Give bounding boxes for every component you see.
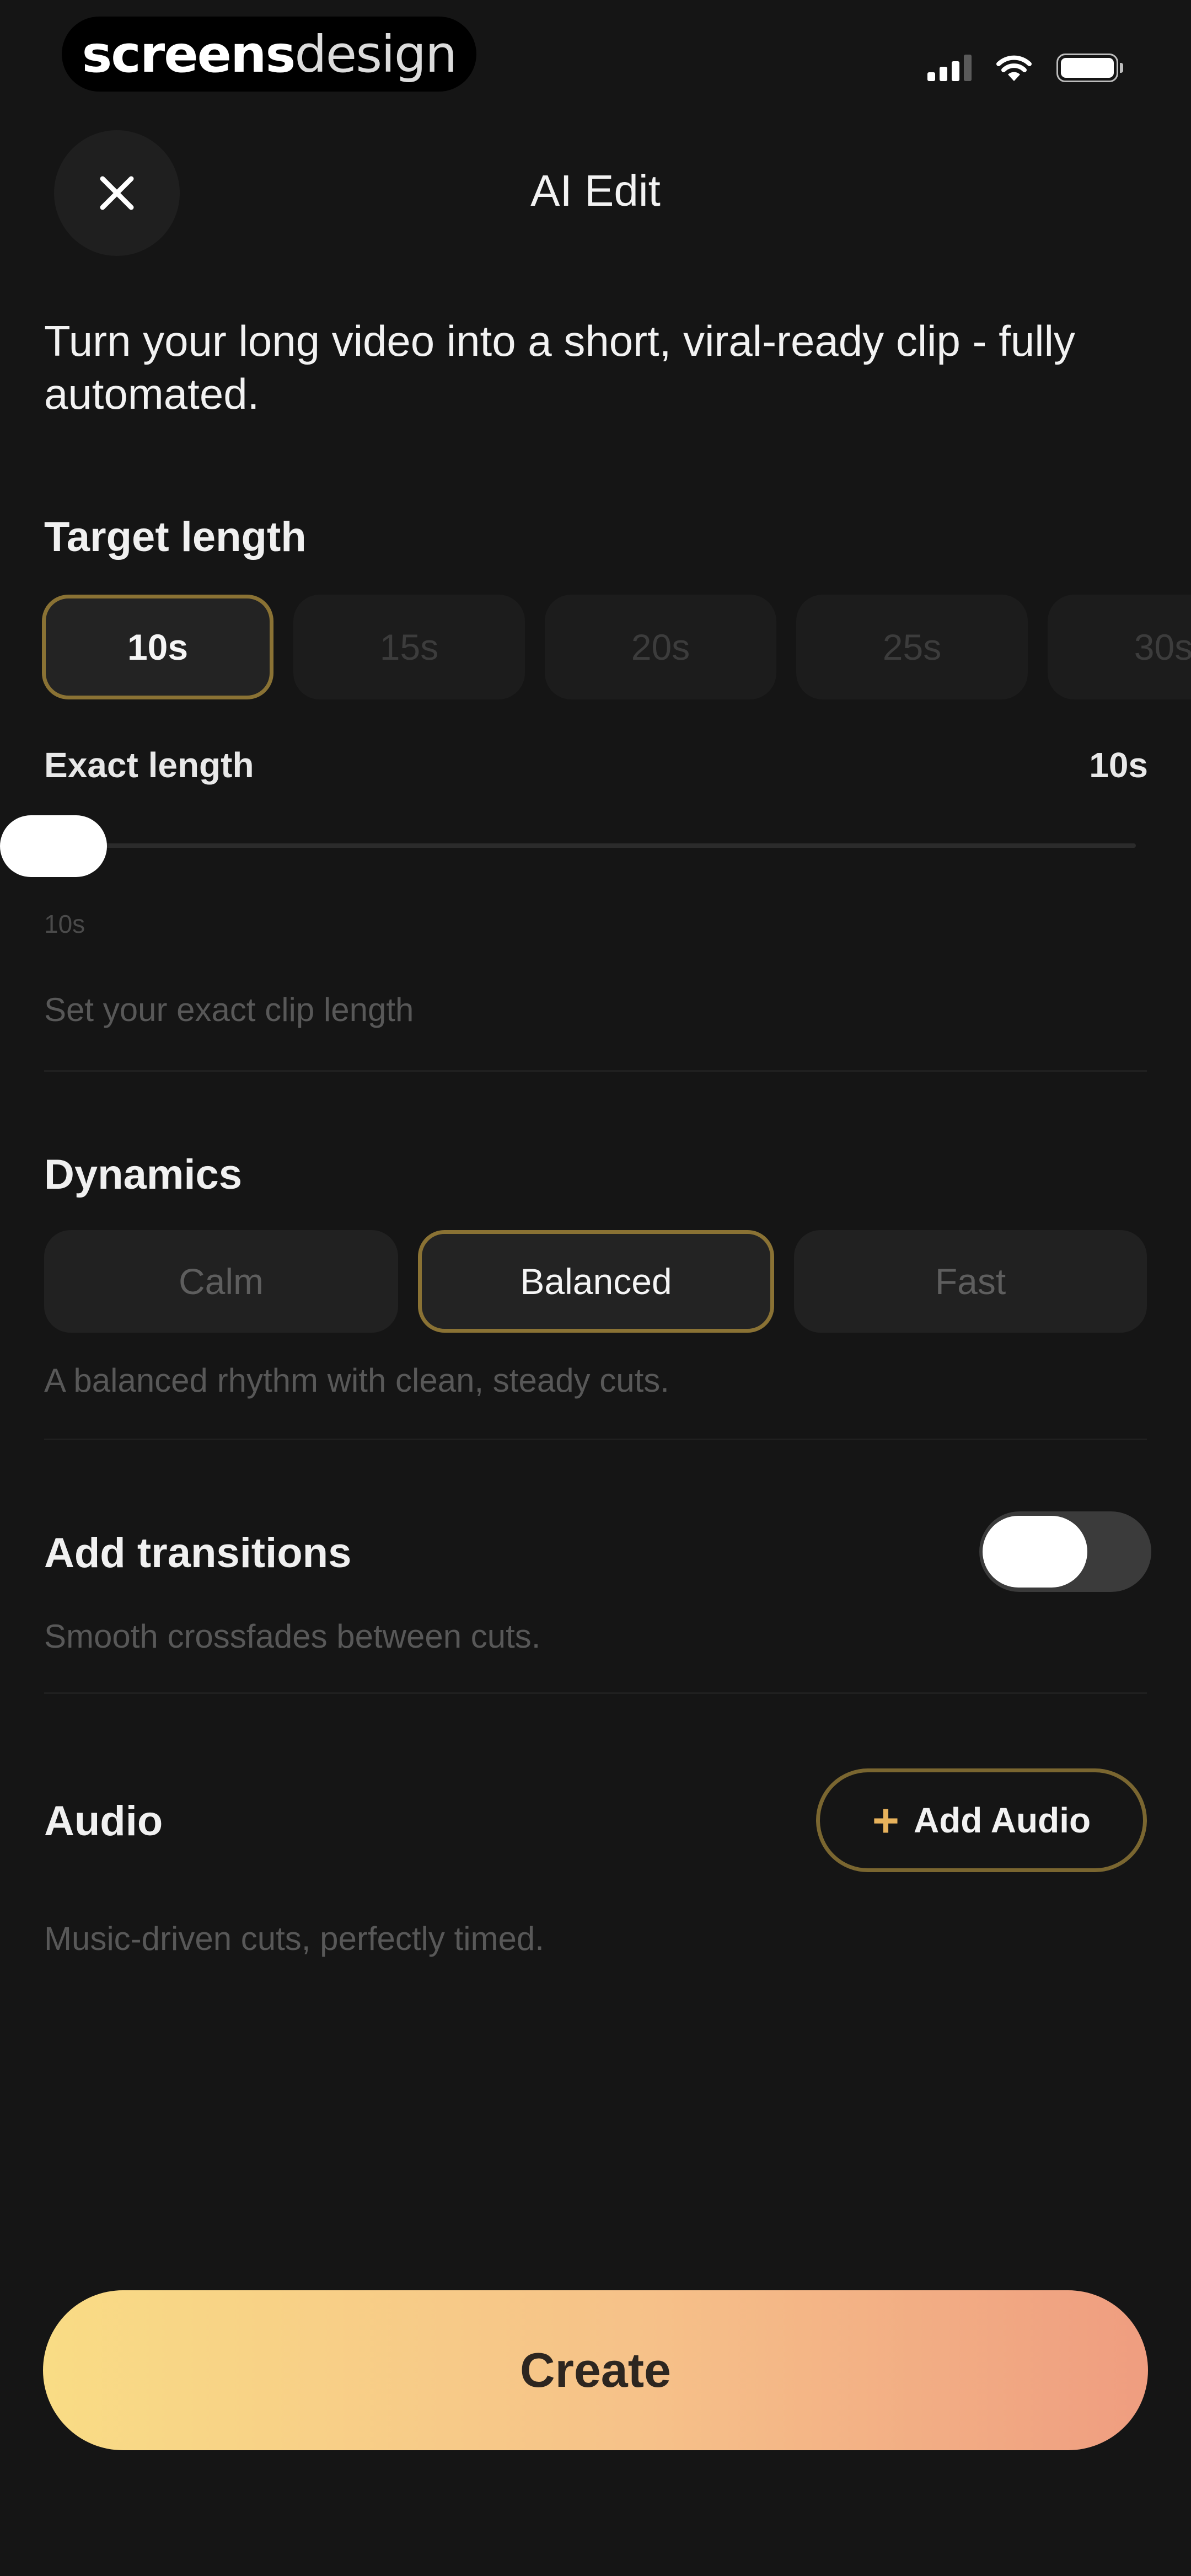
target-length-option-10s[interactable]: 10s	[42, 595, 273, 699]
dynamics-option-balanced[interactable]: Balanced	[418, 1230, 774, 1333]
target-length-option-30s[interactable]: 30s	[1048, 595, 1191, 699]
target-length-option-15s[interactable]: 15s	[293, 595, 525, 699]
dynamics-title: Dynamics	[44, 1151, 243, 1198]
audio-title: Audio	[44, 1798, 163, 1845]
brand-text-part2: design	[294, 24, 457, 84]
target-length-options: 10s 15s 20s 25s 30s	[42, 595, 1191, 703]
dynamics-option-calm[interactable]: Calm	[44, 1230, 398, 1333]
slider-track[interactable]	[66, 843, 1136, 848]
divider	[44, 1692, 1147, 1694]
target-length-title: Target length	[44, 514, 307, 560]
brand-text-part1: screens	[82, 24, 296, 84]
page-title: AI Edit	[530, 166, 661, 215]
intro-text: Turn your long video into a short, viral…	[44, 317, 1075, 418]
status-icons	[927, 49, 1123, 87]
toggle-knob	[983, 1516, 1087, 1588]
exact-length-label: Exact length	[44, 745, 254, 785]
signal-icon	[927, 55, 972, 81]
transitions-title: Add transitions	[44, 1530, 352, 1576]
target-length-option-25s[interactable]: 25s	[796, 595, 1028, 699]
exact-length-hint: Set your exact clip length	[44, 991, 414, 1028]
plus-icon: +	[872, 1794, 899, 1846]
divider	[44, 1439, 1147, 1440]
slider-thumb[interactable]	[0, 815, 107, 877]
brand-logo: screens design	[62, 17, 476, 92]
create-button[interactable]: Create	[43, 2290, 1148, 2450]
transitions-hint: Smooth crossfades between cuts.	[44, 1618, 541, 1655]
divider	[44, 1070, 1147, 1072]
dynamics-hint: A balanced rhythm with clean, steady cut…	[44, 1362, 669, 1399]
audio-hint: Music-driven cuts, perfectly timed.	[44, 1920, 544, 1957]
dynamics-option-fast[interactable]: Fast	[794, 1230, 1147, 1333]
ai-edit-screen: screens design AI Edit Turn your long vid…	[0, 0, 1191, 2576]
transitions-toggle[interactable]	[979, 1511, 1151, 1592]
add-audio-label: Add Audio	[913, 1800, 1091, 1840]
add-audio-button[interactable]: + Add Audio	[816, 1768, 1147, 1872]
wifi-icon	[996, 55, 1032, 81]
exact-length-slider[interactable]	[0, 811, 1147, 883]
battery-icon	[1056, 54, 1123, 82]
exact-length-value: 10s	[1089, 745, 1148, 785]
slider-min-label: 10s	[44, 910, 85, 938]
target-length-option-20s[interactable]: 20s	[545, 595, 776, 699]
